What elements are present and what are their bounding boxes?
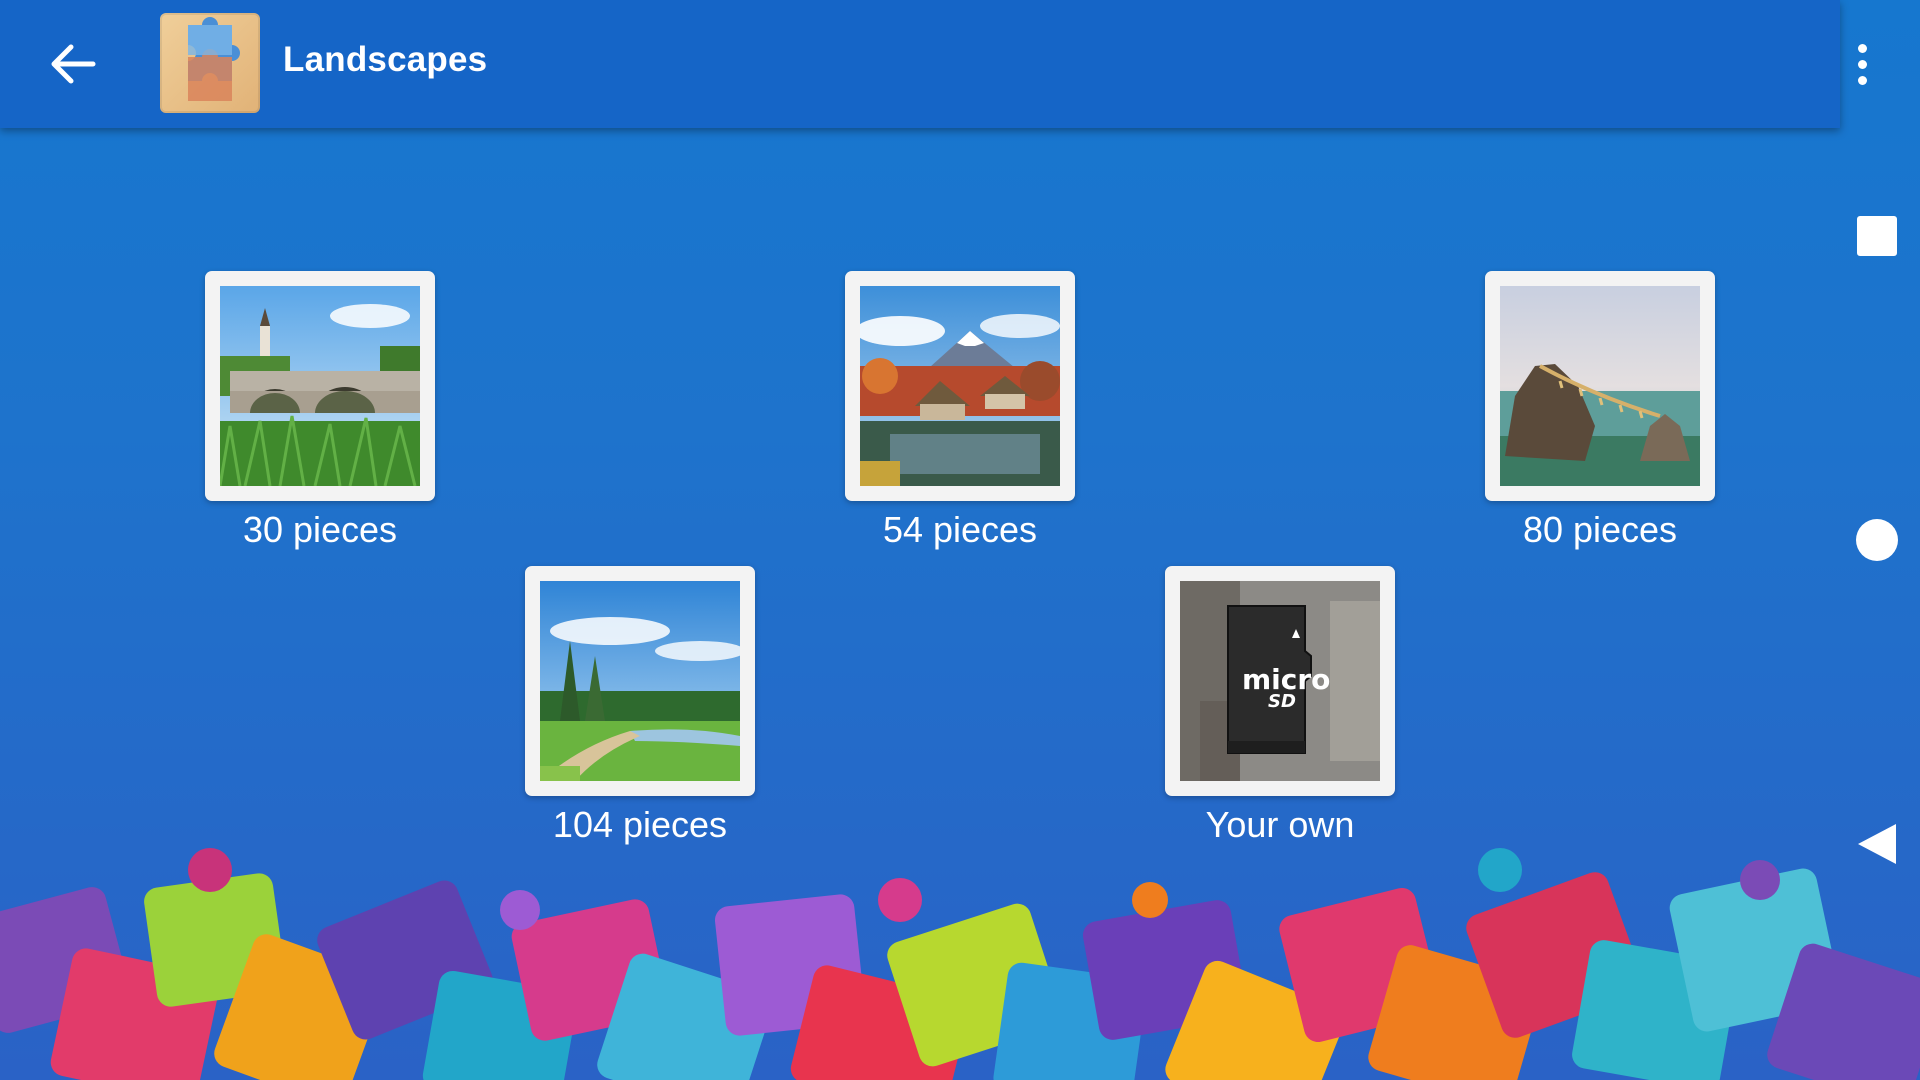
page-title: Landscapes [283, 40, 488, 79]
puzzle-tile-104[interactable]: 104 pieces [525, 566, 755, 846]
thumbnail-frame [205, 271, 435, 501]
app-bar: Landscapes [0, 0, 1840, 128]
rock-by-sea-thumbnail [1500, 286, 1700, 486]
tile-label: 54 pieces [882, 509, 1038, 550]
thumbnail-frame: micro SD [1165, 566, 1395, 796]
back-button[interactable] [40, 34, 106, 94]
decorative-puzzle-pieces [0, 848, 1920, 1080]
river-meadow-thumbnail [540, 581, 740, 781]
bridge-village-thumbnail [220, 286, 420, 486]
mount-fuji-thumbnail [860, 286, 1060, 486]
system-nav-bar [1840, 0, 1920, 1080]
tile-label: 80 pieces [1522, 509, 1678, 550]
square-icon[interactable] [1857, 216, 1897, 256]
circle-icon[interactable] [1856, 519, 1898, 561]
triangle-back-icon[interactable] [1856, 822, 1898, 866]
puzzle-tile-your-own[interactable]: micro SD Your own [1165, 566, 1395, 846]
thumbnail-frame [845, 271, 1075, 501]
puzzle-piece-logo [188, 17, 240, 101]
puzzle-pieces-decoration [0, 840, 1920, 1080]
microsd-card-icon: micro SD [1180, 581, 1380, 781]
tile-label: 30 pieces [242, 509, 398, 550]
thumbnail-frame [1485, 271, 1715, 501]
puzzle-tile-30[interactable]: 30 pieces [205, 271, 435, 551]
arrow-back-icon [51, 44, 96, 84]
puzzle-tile-80[interactable]: 80 pieces [1485, 271, 1715, 551]
thumbnail-frame [525, 566, 755, 796]
puzzle-tile-54[interactable]: 54 pieces [845, 271, 1075, 551]
svg-text:SD: SD [1268, 691, 1296, 712]
app-logo [160, 13, 260, 113]
